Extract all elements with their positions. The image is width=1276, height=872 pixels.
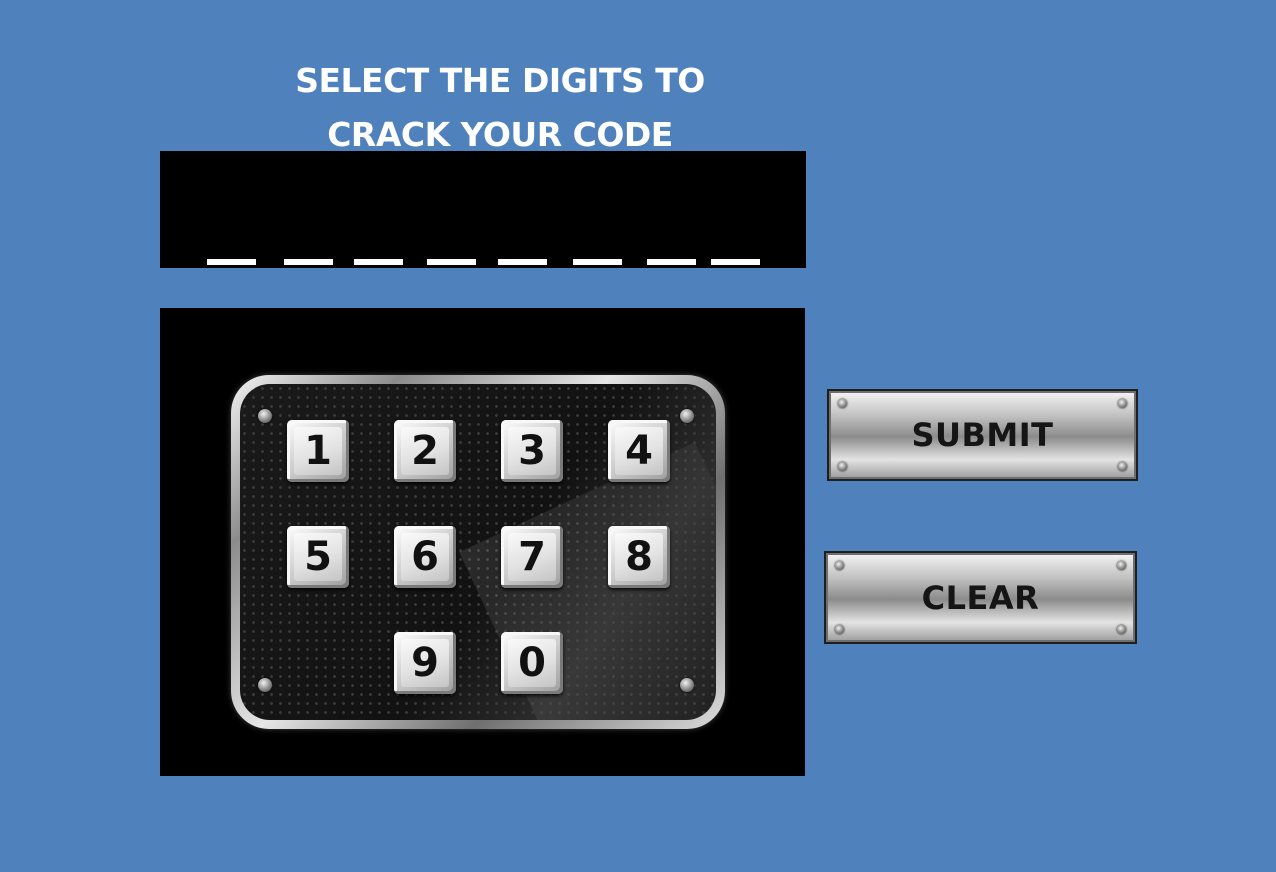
keypad-panel: 1 2 3 4 5 6 7 8 9 0 [160, 308, 805, 776]
key-5-label: 5 [294, 533, 342, 581]
screw-icon [258, 678, 272, 692]
key-0[interactable]: 0 [501, 632, 563, 694]
submit-label: SUBMIT [911, 416, 1054, 454]
key-7[interactable]: 7 [501, 526, 563, 588]
code-slot-5 [498, 259, 547, 265]
submit-button[interactable]: SUBMIT [827, 389, 1138, 481]
code-slot-2 [284, 259, 333, 265]
title-line-1: SELECT THE DIGITS TO [295, 61, 705, 100]
key-8-label: 8 [615, 533, 663, 581]
screw-icon [835, 561, 844, 570]
key-2[interactable]: 2 [394, 420, 456, 482]
key-0-label: 0 [508, 639, 556, 687]
page-title: SELECT THE DIGITS TO CRACK YOUR CODE [240, 54, 760, 162]
key-4[interactable]: 4 [608, 420, 670, 482]
key-6-label: 6 [401, 533, 449, 581]
screw-icon [1117, 561, 1126, 570]
screw-icon [680, 409, 694, 423]
screw-icon [258, 409, 272, 423]
code-slot-6 [573, 259, 622, 265]
clear-button[interactable]: CLEAR [824, 551, 1137, 644]
screw-icon [680, 678, 694, 692]
key-2-label: 2 [401, 427, 449, 475]
clear-label: CLEAR [921, 578, 1040, 617]
key-6[interactable]: 6 [394, 526, 456, 588]
key-5[interactable]: 5 [287, 526, 349, 588]
screw-icon [838, 462, 847, 471]
key-3-label: 3 [508, 427, 556, 475]
key-4-label: 4 [615, 427, 663, 475]
screw-icon [835, 625, 844, 634]
key-1[interactable]: 1 [287, 420, 349, 482]
screw-icon [1118, 462, 1127, 471]
screw-icon [1117, 625, 1126, 634]
keypad-plate: 1 2 3 4 5 6 7 8 9 0 [231, 375, 725, 729]
key-8[interactable]: 8 [608, 526, 670, 588]
code-display [160, 151, 806, 268]
key-3[interactable]: 3 [501, 420, 563, 482]
code-slot-7 [647, 259, 696, 265]
code-slot-4 [427, 259, 476, 265]
key-9-label: 9 [401, 639, 449, 687]
screw-icon [1118, 399, 1127, 408]
key-9[interactable]: 9 [394, 632, 456, 694]
code-slot-1 [207, 259, 256, 265]
screw-icon [838, 399, 847, 408]
code-slot-3 [354, 259, 403, 265]
key-7-label: 7 [508, 533, 556, 581]
code-slot-8 [711, 259, 760, 265]
key-1-label: 1 [294, 427, 342, 475]
